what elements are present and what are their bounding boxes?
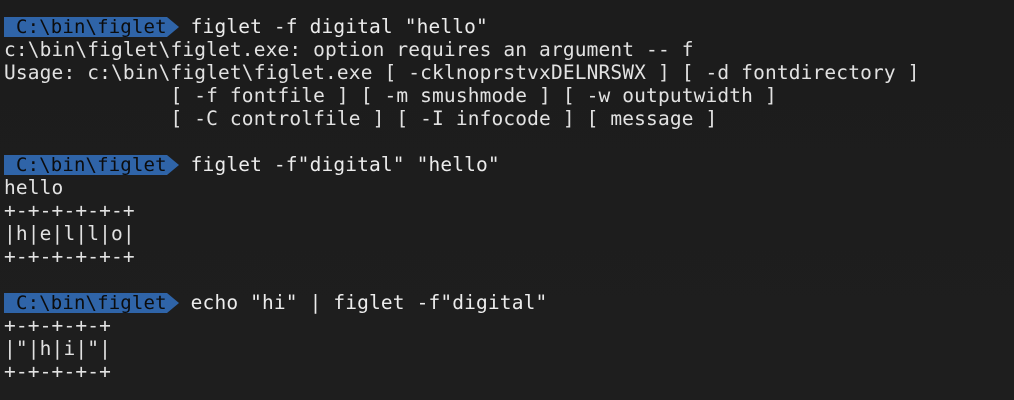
output-line: Usage: c:\bin\figlet\figlet.exe [ -cklno… bbox=[4, 61, 920, 84]
output-line: +-+-+-+-+ bbox=[4, 314, 112, 337]
prompt-line: C:\bin\figlet figlet -f digital "hello" bbox=[4, 15, 1014, 38]
output-line: +-+-+-+-+-+ bbox=[4, 245, 135, 268]
output-line: hello bbox=[4, 176, 64, 199]
output-line: +-+-+-+-+ bbox=[4, 360, 112, 383]
output-line: |"|h|i|"| bbox=[4, 337, 112, 360]
prompt-line: C:\bin\figlet figlet -f"digital" "hello" bbox=[4, 153, 1014, 176]
output-line: +-+-+-+-+-+ bbox=[4, 199, 135, 222]
terminal-window[interactable]: C:\bin\figlet figlet -f digital "hello" … bbox=[0, 0, 1014, 400]
output-line: [ -f fontfile ] [ -m smushmode ] [ -w ou… bbox=[4, 84, 777, 107]
command-text: figlet -f digital "hello" bbox=[190, 15, 488, 38]
prompt-line: C:\bin\figlet echo "hi" | figlet -f"digi… bbox=[4, 291, 1014, 314]
prompt-segment: C:\bin\figlet bbox=[4, 16, 179, 37]
output-line: c:\bin\figlet\figlet.exe: option require… bbox=[4, 38, 694, 61]
prompt-segment: C:\bin\figlet bbox=[4, 292, 179, 313]
output-line: [ -C controlfile ] [ -I infocode ] [ mes… bbox=[4, 107, 718, 130]
command-text: figlet -f"digital" "hello" bbox=[190, 153, 500, 176]
output-line: |h|e|l|l|o| bbox=[4, 222, 135, 245]
prompt-segment: C:\bin\figlet bbox=[4, 154, 179, 175]
command-text: echo "hi" | figlet -f"digital" bbox=[190, 291, 548, 314]
